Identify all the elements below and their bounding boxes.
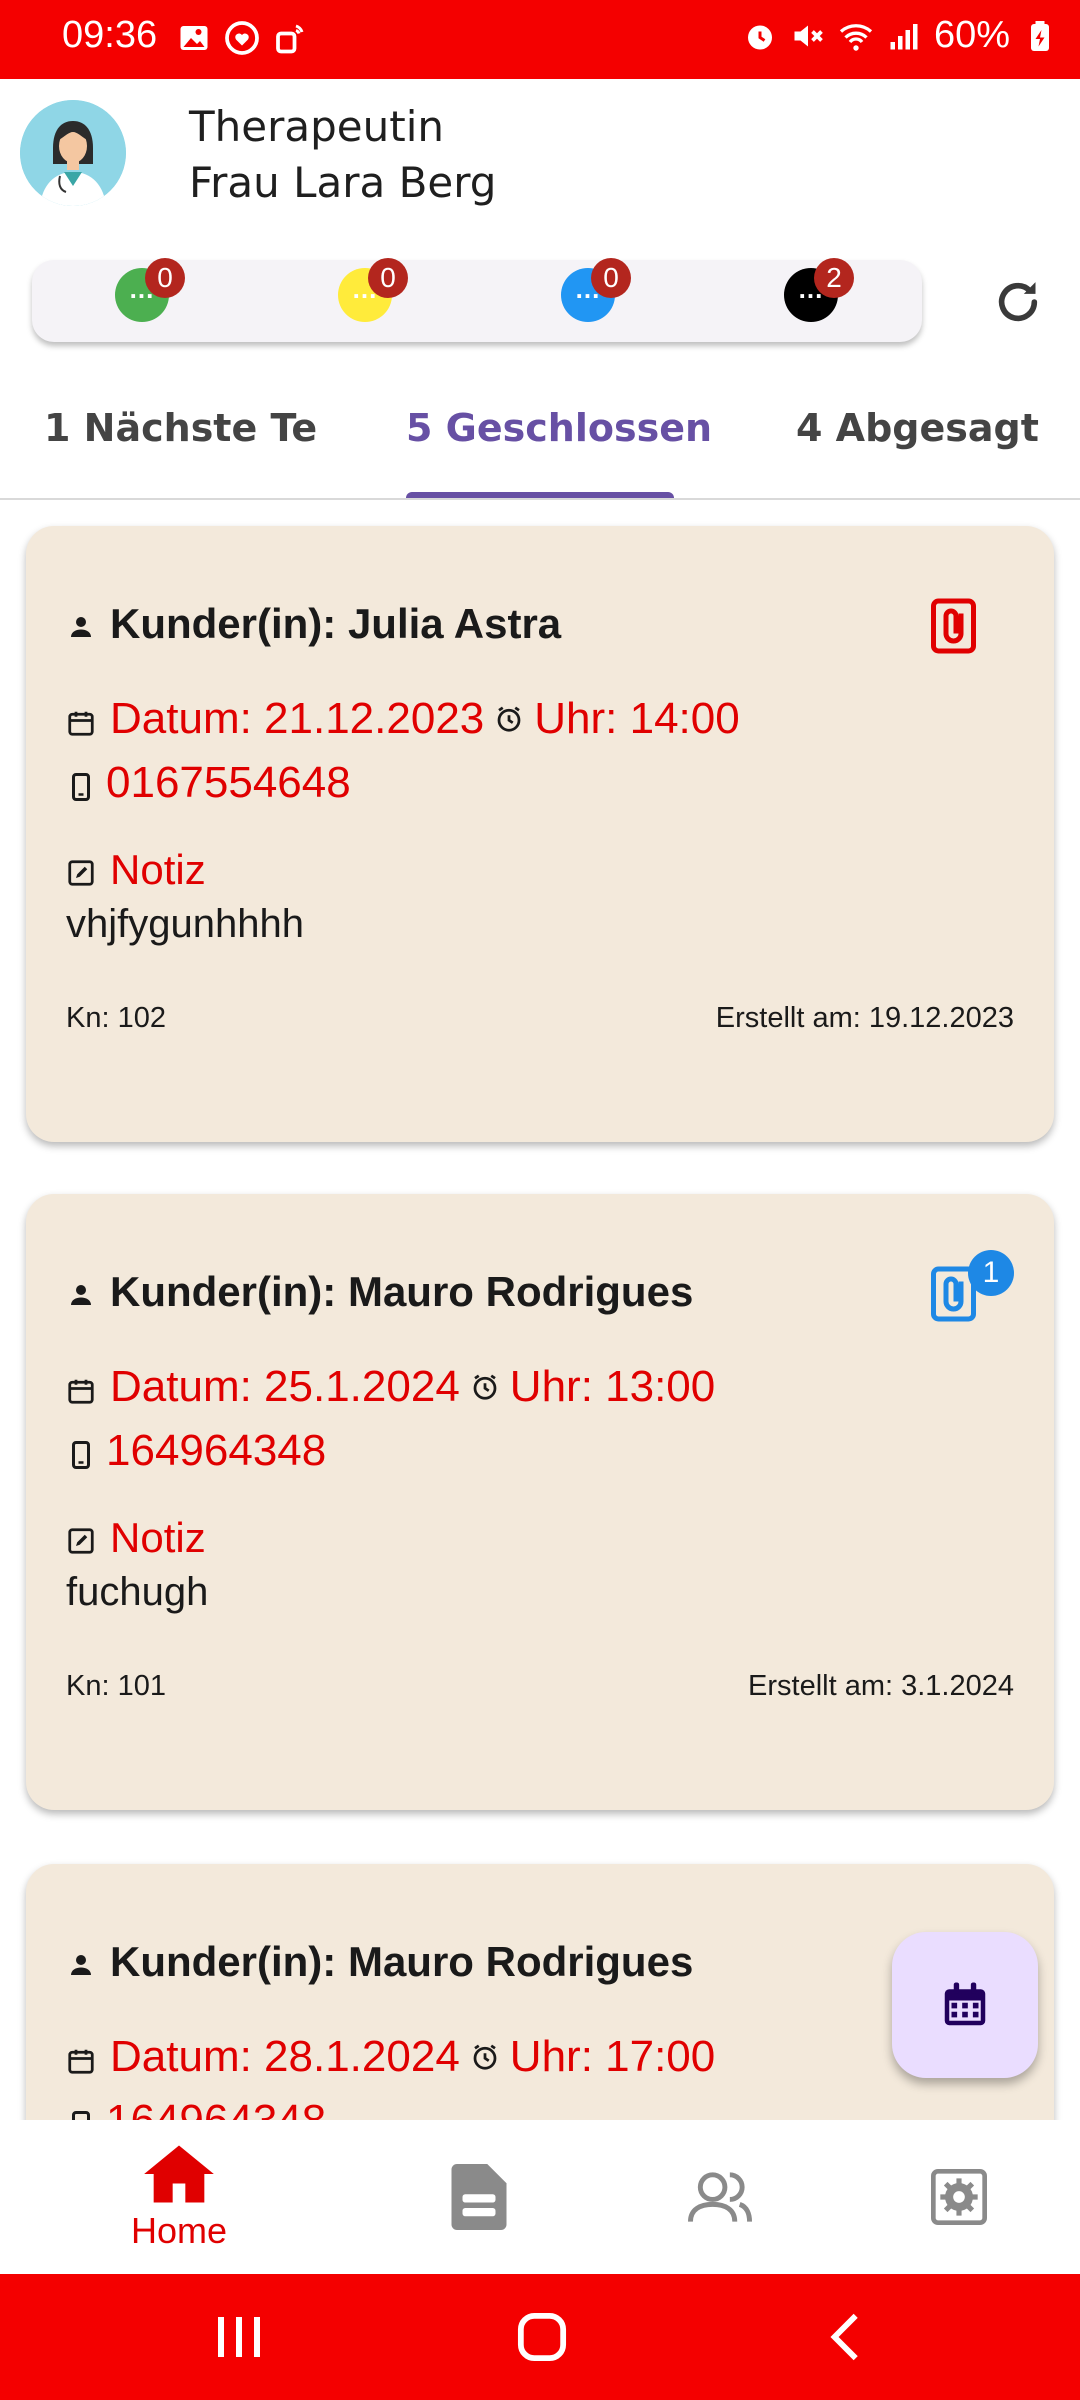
header-role: Therapeutin — [189, 102, 444, 151]
note-text: fuchugh — [66, 1570, 209, 1614]
signal-icon — [890, 23, 918, 49]
appointment-time: Uhr: 13:00 — [509, 1362, 716, 1411]
customer-name: Kunder(in): Julia Astra — [110, 600, 562, 647]
appointment-datetime: Datum: 28.1.2024 Uhr: 17:00 — [110, 2032, 715, 2082]
nav-customers[interactable] — [585, 2120, 855, 2274]
person-icon — [71, 1285, 91, 1305]
battery-charging-icon — [1031, 20, 1049, 51]
appointment-date: Datum: 21.12.2023 — [110, 694, 485, 743]
payment-icon — [276, 24, 304, 54]
status-bar: 09:36 60% — [0, 0, 1080, 79]
note-edit-icon — [68, 860, 94, 886]
appointment-time: Uhr: 17:00 — [509, 2032, 716, 2081]
back-icon[interactable] — [818, 2312, 878, 2362]
attachment-icon[interactable] — [926, 596, 986, 656]
status-time: 09:36 — [62, 14, 158, 56]
system-navigation-bar — [0, 2274, 1080, 2400]
tab-closed[interactable]: 5 Geschlossen — [406, 406, 712, 450]
home-icon — [144, 2145, 214, 2203]
nav-home[interactable]: Home — [44, 2120, 314, 2274]
refresh-icon[interactable] — [990, 274, 1046, 330]
header-name: Frau Lara Berg — [189, 158, 497, 207]
calendar-month-icon — [944, 1982, 986, 2026]
appointment-datetime: Datum: 25.1.2024 Uhr: 13:00 — [110, 1362, 715, 1412]
therapist-avatar — [20, 100, 126, 206]
customer-phone[interactable]: 164964348 — [106, 1426, 326, 1476]
bottom-navigation: Home — [0, 2120, 1080, 2274]
heart-app-icon — [225, 21, 259, 55]
note-text: vhjfygunhhhh — [66, 902, 304, 946]
people-icon — [688, 2172, 752, 2222]
tab-cancelled[interactable]: 4 Abgesagt — [796, 406, 1039, 450]
attachment-count-badge: 1 — [968, 1250, 1014, 1296]
alarm-clock-icon — [497, 706, 521, 732]
customer-phone[interactable]: 0167554648 — [106, 758, 351, 808]
note-edit-icon — [68, 1528, 94, 1554]
battery-percent: 60% — [933, 14, 1010, 56]
status-system-icons: 60% — [742, 14, 1058, 57]
customer-phone[interactable]: 164964348 — [106, 2096, 326, 2120]
add-appointment-fab[interactable] — [892, 1932, 1038, 2078]
customer-name: Kunder(in): Mauro Rodrigues — [110, 1268, 694, 1315]
nav-settings[interactable] — [824, 2120, 1080, 2274]
person-icon — [71, 1955, 91, 1975]
nav-home-label: Home — [130, 2210, 228, 2251]
calendar-icon — [68, 711, 94, 736]
filter-yellow-badge: 0 — [368, 258, 408, 298]
person-icon — [71, 617, 91, 637]
appointment-card[interactable]: Kunder(in): Julia Astra Datum: 21.12.202… — [26, 526, 1054, 1142]
alarm-icon — [747, 25, 772, 49]
gallery-icon — [180, 26, 208, 50]
mute-icon — [794, 25, 823, 46]
calendar-icon — [68, 2049, 94, 2074]
customer-name: Kunder(in): Mauro Rodrigues — [110, 1938, 694, 1985]
settings-gear-icon — [931, 2169, 987, 2225]
document-icon — [451, 2164, 507, 2230]
filter-green-badge: 0 — [145, 258, 185, 298]
filter-blue-badge: 0 — [591, 258, 631, 298]
recent-apps-icon[interactable] — [210, 2312, 270, 2362]
therapist-avatar-image — [20, 100, 126, 206]
created-date: Erstellt am: 19.12.2023 — [715, 1002, 1014, 1034]
appointment-datetime: Datum: 21.12.2023 Uhr: 14:00 — [110, 694, 740, 744]
appointment-time: Uhr: 14:00 — [534, 694, 740, 743]
phone-icon — [72, 773, 90, 801]
note-label: Notiz — [110, 1514, 206, 1561]
nav-documents[interactable] — [344, 2120, 614, 2274]
filter-black-badge: 2 — [814, 258, 854, 298]
tab-next-appointments[interactable]: 1 Nächste Tern — [44, 406, 316, 450]
phone-icon — [72, 1441, 90, 1469]
alarm-clock-icon — [473, 1374, 497, 1400]
customer-number: Kn: 102 — [66, 1002, 166, 1034]
appointment-date: Datum: 25.1.2024 — [110, 1362, 460, 1411]
phone-icon — [72, 2111, 90, 2120]
wifi-icon — [839, 23, 873, 51]
alarm-clock-icon — [473, 2044, 497, 2070]
appointment-card[interactable]: Kunder(in): Mauro Rodrigues 1 Datum: 25.… — [26, 1194, 1054, 1810]
status-notification-icons — [176, 20, 308, 56]
calendar-icon — [68, 1379, 94, 1404]
customer-number: Kn: 101 — [66, 1670, 166, 1702]
appointment-list[interactable]: Kunder(in): Julia Astra Datum: 21.12.202… — [0, 500, 1080, 2120]
note-label: Notiz — [110, 846, 206, 893]
appointment-date: Datum: 28.1.2024 — [110, 2032, 460, 2081]
created-date: Erstellt am: 3.1.2024 — [748, 1670, 1014, 1702]
home-system-icon[interactable] — [512, 2312, 572, 2362]
